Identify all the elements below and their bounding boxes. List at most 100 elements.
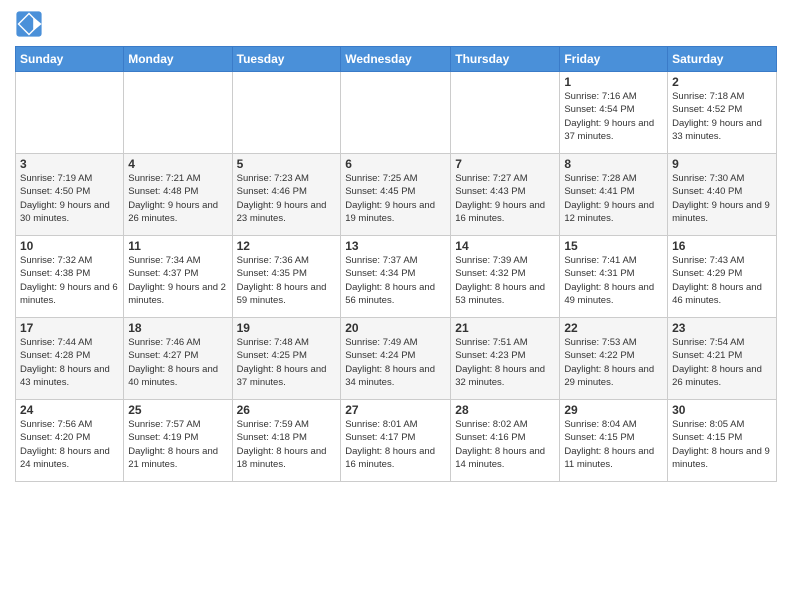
day-info: Sunrise: 7:48 AM Sunset: 4:25 PM Dayligh…: [237, 336, 337, 389]
day-info: Sunrise: 7:43 AM Sunset: 4:29 PM Dayligh…: [672, 254, 772, 307]
calendar-cell: 4Sunrise: 7:21 AM Sunset: 4:48 PM Daylig…: [124, 154, 232, 236]
calendar-cell: 26Sunrise: 7:59 AM Sunset: 4:18 PM Dayli…: [232, 400, 341, 482]
calendar-header-cell: Friday: [560, 47, 668, 72]
day-number: 12: [237, 239, 337, 253]
calendar-week-row: 24Sunrise: 7:56 AM Sunset: 4:20 PM Dayli…: [16, 400, 777, 482]
day-info: Sunrise: 8:05 AM Sunset: 4:15 PM Dayligh…: [672, 418, 772, 471]
day-number: 28: [455, 403, 555, 417]
day-number: 3: [20, 157, 119, 171]
calendar-week-row: 17Sunrise: 7:44 AM Sunset: 4:28 PM Dayli…: [16, 318, 777, 400]
day-info: Sunrise: 8:01 AM Sunset: 4:17 PM Dayligh…: [345, 418, 446, 471]
logo-icon: [15, 10, 43, 38]
day-number: 11: [128, 239, 227, 253]
calendar-cell: 2Sunrise: 7:18 AM Sunset: 4:52 PM Daylig…: [668, 72, 777, 154]
day-number: 18: [128, 321, 227, 335]
calendar-cell: 22Sunrise: 7:53 AM Sunset: 4:22 PM Dayli…: [560, 318, 668, 400]
day-number: 1: [564, 75, 663, 89]
day-info: Sunrise: 7:59 AM Sunset: 4:18 PM Dayligh…: [237, 418, 337, 471]
day-info: Sunrise: 7:39 AM Sunset: 4:32 PM Dayligh…: [455, 254, 555, 307]
day-number: 20: [345, 321, 446, 335]
calendar-cell: 28Sunrise: 8:02 AM Sunset: 4:16 PM Dayli…: [451, 400, 560, 482]
day-number: 13: [345, 239, 446, 253]
day-info: Sunrise: 7:57 AM Sunset: 4:19 PM Dayligh…: [128, 418, 227, 471]
day-number: 24: [20, 403, 119, 417]
calendar-cell: 19Sunrise: 7:48 AM Sunset: 4:25 PM Dayli…: [232, 318, 341, 400]
day-number: 16: [672, 239, 772, 253]
day-info: Sunrise: 7:23 AM Sunset: 4:46 PM Dayligh…: [237, 172, 337, 225]
day-number: 5: [237, 157, 337, 171]
day-number: 25: [128, 403, 227, 417]
calendar-cell: 29Sunrise: 8:04 AM Sunset: 4:15 PM Dayli…: [560, 400, 668, 482]
day-info: Sunrise: 7:25 AM Sunset: 4:45 PM Dayligh…: [345, 172, 446, 225]
calendar-cell: 15Sunrise: 7:41 AM Sunset: 4:31 PM Dayli…: [560, 236, 668, 318]
calendar-header-cell: Thursday: [451, 47, 560, 72]
calendar-header-row: SundayMondayTuesdayWednesdayThursdayFrid…: [16, 47, 777, 72]
calendar-cell: 25Sunrise: 7:57 AM Sunset: 4:19 PM Dayli…: [124, 400, 232, 482]
calendar-cell: 30Sunrise: 8:05 AM Sunset: 4:15 PM Dayli…: [668, 400, 777, 482]
calendar-body: 1Sunrise: 7:16 AM Sunset: 4:54 PM Daylig…: [16, 72, 777, 482]
calendar-week-row: 10Sunrise: 7:32 AM Sunset: 4:38 PM Dayli…: [16, 236, 777, 318]
day-number: 10: [20, 239, 119, 253]
day-number: 9: [672, 157, 772, 171]
calendar-cell: 14Sunrise: 7:39 AM Sunset: 4:32 PM Dayli…: [451, 236, 560, 318]
calendar-header-cell: Saturday: [668, 47, 777, 72]
calendar-cell: 21Sunrise: 7:51 AM Sunset: 4:23 PM Dayli…: [451, 318, 560, 400]
day-info: Sunrise: 7:21 AM Sunset: 4:48 PM Dayligh…: [128, 172, 227, 225]
calendar-header-cell: Monday: [124, 47, 232, 72]
calendar-cell: 10Sunrise: 7:32 AM Sunset: 4:38 PM Dayli…: [16, 236, 124, 318]
day-info: Sunrise: 8:02 AM Sunset: 4:16 PM Dayligh…: [455, 418, 555, 471]
day-info: Sunrise: 7:34 AM Sunset: 4:37 PM Dayligh…: [128, 254, 227, 307]
day-number: 7: [455, 157, 555, 171]
calendar-cell: 5Sunrise: 7:23 AM Sunset: 4:46 PM Daylig…: [232, 154, 341, 236]
calendar-cell: 20Sunrise: 7:49 AM Sunset: 4:24 PM Dayli…: [341, 318, 451, 400]
calendar-cell: 18Sunrise: 7:46 AM Sunset: 4:27 PM Dayli…: [124, 318, 232, 400]
day-number: 27: [345, 403, 446, 417]
day-info: Sunrise: 7:32 AM Sunset: 4:38 PM Dayligh…: [20, 254, 119, 307]
calendar-cell: 1Sunrise: 7:16 AM Sunset: 4:54 PM Daylig…: [560, 72, 668, 154]
calendar-cell: [451, 72, 560, 154]
day-info: Sunrise: 7:41 AM Sunset: 4:31 PM Dayligh…: [564, 254, 663, 307]
day-number: 6: [345, 157, 446, 171]
day-number: 26: [237, 403, 337, 417]
calendar-cell: 23Sunrise: 7:54 AM Sunset: 4:21 PM Dayli…: [668, 318, 777, 400]
day-number: 23: [672, 321, 772, 335]
logo: [15, 10, 47, 38]
day-info: Sunrise: 7:56 AM Sunset: 4:20 PM Dayligh…: [20, 418, 119, 471]
day-info: Sunrise: 7:30 AM Sunset: 4:40 PM Dayligh…: [672, 172, 772, 225]
day-number: 4: [128, 157, 227, 171]
day-info: Sunrise: 7:54 AM Sunset: 4:21 PM Dayligh…: [672, 336, 772, 389]
calendar-cell: 8Sunrise: 7:28 AM Sunset: 4:41 PM Daylig…: [560, 154, 668, 236]
calendar-cell: 12Sunrise: 7:36 AM Sunset: 4:35 PM Dayli…: [232, 236, 341, 318]
calendar-table: SundayMondayTuesdayWednesdayThursdayFrid…: [15, 46, 777, 482]
day-info: Sunrise: 7:53 AM Sunset: 4:22 PM Dayligh…: [564, 336, 663, 389]
day-number: 29: [564, 403, 663, 417]
day-info: Sunrise: 7:18 AM Sunset: 4:52 PM Dayligh…: [672, 90, 772, 143]
calendar-cell: 6Sunrise: 7:25 AM Sunset: 4:45 PM Daylig…: [341, 154, 451, 236]
calendar-cell: 24Sunrise: 7:56 AM Sunset: 4:20 PM Dayli…: [16, 400, 124, 482]
day-info: Sunrise: 7:28 AM Sunset: 4:41 PM Dayligh…: [564, 172, 663, 225]
calendar-cell: 9Sunrise: 7:30 AM Sunset: 4:40 PM Daylig…: [668, 154, 777, 236]
calendar-cell: 17Sunrise: 7:44 AM Sunset: 4:28 PM Dayli…: [16, 318, 124, 400]
calendar-cell: 11Sunrise: 7:34 AM Sunset: 4:37 PM Dayli…: [124, 236, 232, 318]
day-number: 30: [672, 403, 772, 417]
calendar-cell: 27Sunrise: 8:01 AM Sunset: 4:17 PM Dayli…: [341, 400, 451, 482]
day-number: 14: [455, 239, 555, 253]
calendar-cell: [16, 72, 124, 154]
day-info: Sunrise: 7:49 AM Sunset: 4:24 PM Dayligh…: [345, 336, 446, 389]
calendar-header-cell: Wednesday: [341, 47, 451, 72]
day-info: Sunrise: 7:19 AM Sunset: 4:50 PM Dayligh…: [20, 172, 119, 225]
day-info: Sunrise: 7:37 AM Sunset: 4:34 PM Dayligh…: [345, 254, 446, 307]
header-area: [15, 10, 777, 38]
day-info: Sunrise: 7:46 AM Sunset: 4:27 PM Dayligh…: [128, 336, 227, 389]
day-info: Sunrise: 7:36 AM Sunset: 4:35 PM Dayligh…: [237, 254, 337, 307]
calendar-cell: [232, 72, 341, 154]
calendar-cell: 13Sunrise: 7:37 AM Sunset: 4:34 PM Dayli…: [341, 236, 451, 318]
day-number: 8: [564, 157, 663, 171]
calendar-cell: [341, 72, 451, 154]
day-info: Sunrise: 7:16 AM Sunset: 4:54 PM Dayligh…: [564, 90, 663, 143]
day-info: Sunrise: 7:44 AM Sunset: 4:28 PM Dayligh…: [20, 336, 119, 389]
calendar-cell: [124, 72, 232, 154]
calendar-cell: 16Sunrise: 7:43 AM Sunset: 4:29 PM Dayli…: [668, 236, 777, 318]
calendar-header-cell: Sunday: [16, 47, 124, 72]
day-number: 22: [564, 321, 663, 335]
